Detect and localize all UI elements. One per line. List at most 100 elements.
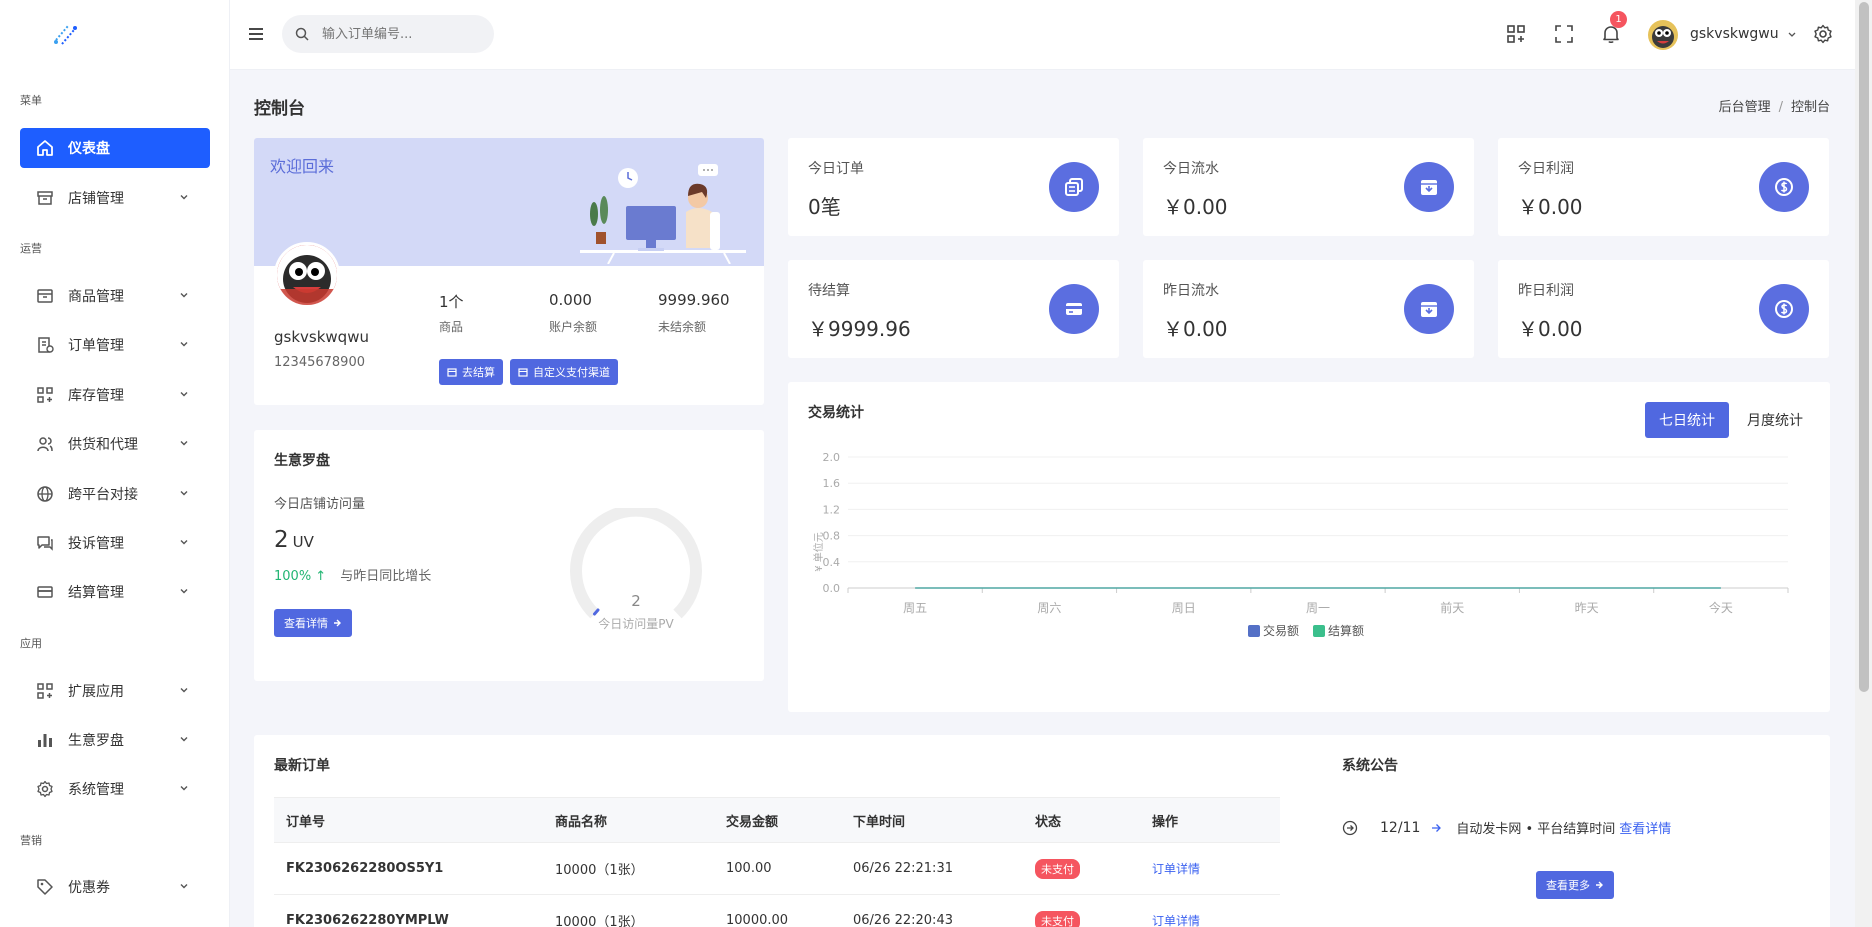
tab-monthly[interactable]: 月度统计 <box>1733 402 1817 438</box>
col-order-no: 订单号 <box>274 797 543 843</box>
col-product: 商品名称 <box>543 797 714 843</box>
sidebar-item-label: 优惠券 <box>68 880 110 896</box>
sidebar-item-orders[interactable]: 订单管理 <box>20 325 210 365</box>
stat-unsettled-value: 9999.960 <box>658 291 730 309</box>
sidebar-item-cross-platform[interactable]: 跨平台对接 <box>20 474 210 514</box>
x-tick-label: 昨天 <box>1575 601 1599 615</box>
profile-avatar[interactable] <box>274 242 340 308</box>
circle-arrow-icon <box>1342 820 1358 835</box>
business-compass-card: 生意罗盘 今日店铺访问量 2 UV 100% ↑ 与昨日同比增长 查看详情 2 今日… <box>254 430 764 681</box>
notice-item: 12/11 自动发卡网 • 平台结算时间 查看详情 <box>1342 818 1671 837</box>
x-tick-label: 前天 <box>1440 600 1464 615</box>
sidebar-item-system[interactable]: 系统管理 <box>20 769 210 809</box>
trade-line-chart: ¥ 单位元 2.01.61.20.80.40.0周五 周六 周日 周一 前天 昨天 今天交易… <box>812 451 1789 638</box>
x-tick-label: 周五 <box>903 601 927 615</box>
dollar-icon <box>1759 162 1809 212</box>
custom-payment-button[interactable]: 自定义支付渠道 <box>510 359 618 385</box>
system-notice-card: 系统公告 12/11 自动发卡网 • 平台结算时间 查看详情 查看更多 <box>1322 735 1830 927</box>
view-more-button[interactable]: 查看更多 <box>1536 871 1614 899</box>
kpi-label: 待结算 <box>808 283 850 299</box>
chevron-down-icon <box>180 293 188 298</box>
welcome-banner: 欢迎回来 <box>254 138 764 266</box>
table-row: FK2306262280OS5Y1 10000（1张） 100.00 06/26… <box>274 842 1280 895</box>
order-number: FK2306262280OS5Y1 <box>274 842 543 895</box>
latest-orders-card: 最新订单 订单号 商品名称 交易金额 下单时间 状态 操作 FK23062622… <box>254 735 1330 927</box>
settle-button[interactable]: 去结算 <box>439 359 503 385</box>
orders-title: 最新订单 <box>274 758 330 774</box>
visits-label: 今日店铺访问量 <box>274 497 366 512</box>
kpi-card-pending-settlement: 待结算 ￥9999.96 <box>788 260 1119 358</box>
settle-button-label: 去结算 <box>462 366 495 379</box>
x-tick-label: 周日 <box>1172 601 1196 615</box>
order-icon <box>36 336 54 354</box>
view-details-button[interactable]: 查看详情 <box>274 609 352 637</box>
y-tick-label: 2.0 <box>823 451 841 464</box>
breadcrumb-home[interactable]: 后台管理 <box>1719 100 1771 115</box>
card-icon <box>1049 284 1099 334</box>
visits-gauge <box>570 508 702 619</box>
view-more-label: 查看更多 <box>1546 879 1590 892</box>
home-icon <box>36 139 54 157</box>
uv-value: 2 <box>274 527 289 553</box>
user-menu[interactable]: gskvskwgwu <box>1690 26 1797 42</box>
section-marketing: 营销 <box>20 834 42 847</box>
avatar[interactable] <box>1648 20 1678 50</box>
chevron-down-icon <box>180 589 188 594</box>
logo-icon[interactable] <box>50 20 80 48</box>
sidebar-item-label: 仪表盘 <box>68 141 110 157</box>
tab-seven-day[interactable]: 七日统计 <box>1645 402 1729 438</box>
chevron-down-icon <box>1788 32 1796 37</box>
sidebar-item-compass[interactable]: 生意罗盘 <box>20 720 210 760</box>
legend-label: 结算额 <box>1328 623 1364 638</box>
orders-table: 订单号 商品名称 交易金额 下单时间 状态 操作 FK2306262280OS5… <box>274 797 1280 927</box>
kpi-card-today-flow: 今日流水 ￥0.00 <box>1143 138 1474 236</box>
notice-title: 系统公告 <box>1342 758 1398 774</box>
kpi-label: 昨日利润 <box>1518 283 1574 299</box>
chevron-down-icon <box>180 540 188 545</box>
arrow-right-icon <box>334 619 341 627</box>
kpi-card-today-orders: 今日订单 0笔 <box>788 138 1119 236</box>
sidebar-item-dashboard[interactable]: 仪表盘 <box>20 128 210 168</box>
sidebar-item-supply[interactable]: 供货和代理 <box>20 424 210 464</box>
growth-row: 100% ↑ 与昨日同比增长 <box>274 565 431 584</box>
order-detail-link[interactable]: 订单详情 <box>1152 914 1200 927</box>
search-input[interactable] <box>282 15 494 53</box>
breadcrumb: 后台管理 / 控制台 <box>1718 100 1830 115</box>
sidebar-item-settlement[interactable]: 结算管理 <box>20 572 210 612</box>
search-icon <box>295 27 309 41</box>
sidebar-item-coupons[interactable]: 优惠券 <box>20 867 210 907</box>
status-badge: 未支付 <box>1035 858 1080 879</box>
notice-detail-link[interactable]: 查看详情 <box>1619 818 1671 837</box>
x-tick-label: 今天 <box>1709 600 1733 615</box>
sidebar-item-products[interactable]: 商品管理 <box>20 276 210 316</box>
menu-toggle-icon[interactable] <box>247 25 265 43</box>
sidebar-item-label: 结算管理 <box>68 585 124 601</box>
apps-icon <box>36 682 54 700</box>
sidebar-item-label: 店铺管理 <box>68 191 124 207</box>
apps-grid-icon[interactable] <box>1506 24 1526 44</box>
wallet-icon <box>447 368 457 377</box>
col-action: 操作 <box>1140 797 1280 843</box>
fullscreen-icon[interactable] <box>1554 24 1574 44</box>
settings-gear-icon[interactable] <box>1813 24 1833 44</box>
users-icon <box>36 435 54 453</box>
sidebar-item-complaints[interactable]: 投诉管理 <box>20 523 210 563</box>
welcome-phone: 12345678900 <box>274 355 365 370</box>
sidebar-item-extensions[interactable]: 扩展应用 <box>20 671 210 711</box>
notice-date: 12/11 <box>1380 819 1421 836</box>
scrollbar-thumb[interactable] <box>1859 2 1869 692</box>
kpi-card-yesterday-profit: 昨日利润 ￥0.00 <box>1498 260 1829 358</box>
sidebar-item-inventory[interactable]: 库存管理 <box>20 375 210 415</box>
sidebar-item-store[interactable]: 店铺管理 <box>20 178 210 218</box>
x-tick-label: 周六 <box>1037 601 1061 615</box>
grid-icon <box>36 386 54 404</box>
view-details-label: 查看详情 <box>284 617 328 630</box>
sidebar: 菜单 仪表盘 店铺管理 运营 商品管理 订单管理 库存管理 供货和代理 跨平台对… <box>0 0 230 927</box>
kpi-value: ￥0.00 <box>1163 195 1228 219</box>
legend-swatch <box>1313 625 1325 637</box>
order-detail-link[interactable]: 订单详情 <box>1152 862 1200 876</box>
section-menu: 菜单 <box>20 94 42 107</box>
welcome-card: 欢迎回来 gskvskwqwu 12345678900 1个 商品 0.000 … <box>254 138 764 405</box>
sidebar-item-label: 跨平台对接 <box>68 487 138 503</box>
store-icon <box>36 189 54 207</box>
